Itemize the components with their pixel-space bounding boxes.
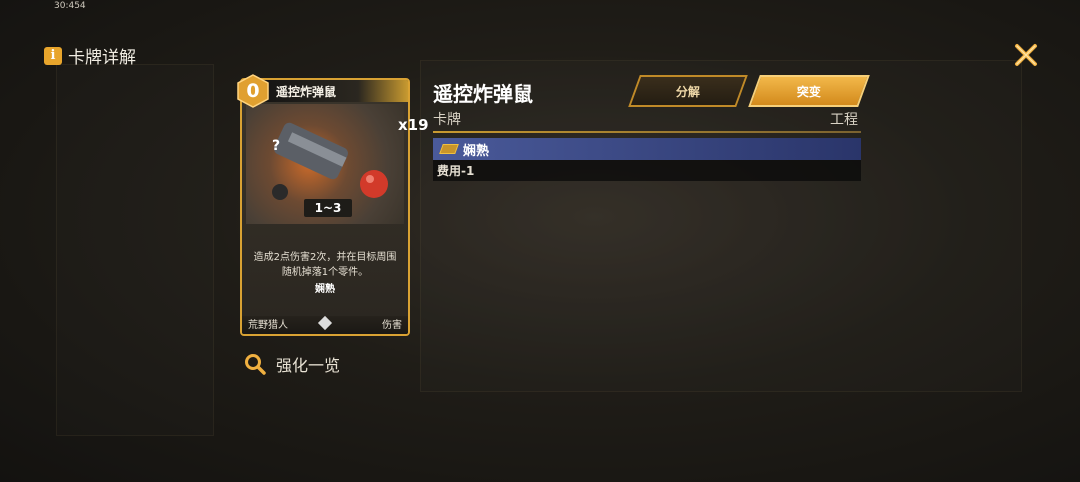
- card-description: 造成2点伤害2次，并在目标周围随机掉落1个零件。: [253, 252, 397, 278]
- decompose-label: 分解: [675, 84, 700, 99]
- close-button[interactable]: [1013, 42, 1039, 68]
- keyword-row: 娴熟: [433, 138, 861, 160]
- range-chip: 1~3: [304, 199, 352, 217]
- page-header: i 卡牌详解: [44, 43, 136, 68]
- page-title: 卡牌详解: [68, 48, 136, 68]
- card-cost: 0: [246, 80, 260, 102]
- keyword-label: 娴熟: [463, 143, 490, 159]
- search-icon: [245, 354, 266, 375]
- detail-subtitle: 卡牌: [433, 112, 461, 128]
- card-cost-badge: 0: [236, 74, 270, 108]
- upgrade-overview-label: 强化一览: [276, 356, 341, 375]
- svg-text:?: ?: [272, 138, 280, 154]
- info-icon: i: [44, 46, 62, 65]
- card-keyword: 娴熟: [315, 284, 335, 295]
- card-name: 遥控炸弹鼠: [276, 85, 337, 99]
- close-icon: [1015, 44, 1037, 66]
- upgrade-overview-button[interactable]: 强化一览: [244, 352, 340, 376]
- card-preview[interactable]: 遥控炸弹鼠 ? 1~3 造成2点伤害2次，并在目标周围随机掉落1个零件。 娴熟 …: [240, 78, 410, 336]
- card-quantity: x19: [398, 116, 429, 134]
- breakthrough-label: 突变: [796, 84, 821, 99]
- card-faction: 荒野猎人: [248, 320, 288, 331]
- card-type: 伤害: [382, 320, 402, 331]
- detail-tag: 工程: [830, 112, 858, 128]
- decompose-button[interactable]: 分解: [628, 75, 748, 107]
- keyword-effect: 费用-1: [433, 160, 861, 181]
- detail-divider: [433, 131, 861, 133]
- keyword-icon: [439, 144, 459, 154]
- status-clock: 30:454: [54, 1, 86, 11]
- detail-card-name: 遥控炸弹鼠: [433, 82, 533, 106]
- overlay-dim: [0, 0, 1080, 482]
- breakthrough-button[interactable]: 突变: [748, 75, 870, 107]
